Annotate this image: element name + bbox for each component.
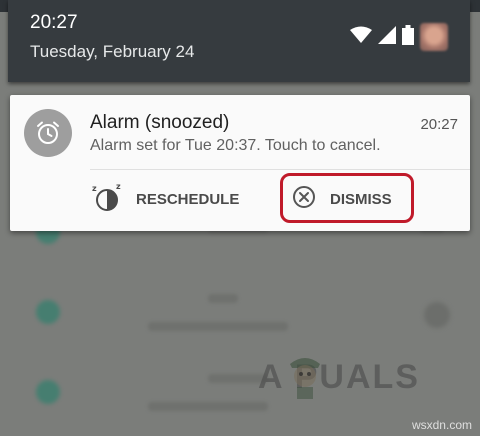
dismiss-label: DISMISS — [330, 190, 392, 208]
status-icons — [350, 22, 448, 52]
divider — [90, 169, 470, 170]
alarm-clock-icon — [24, 109, 72, 157]
list-item-subtext — [148, 402, 268, 411]
svg-text:z: z — [92, 184, 97, 193]
list-item-subtext — [148, 322, 288, 331]
list-item — [0, 276, 480, 354]
notification-time: 20:27 — [420, 116, 458, 133]
list-item-icon — [36, 300, 60, 324]
list-item-icon — [36, 380, 60, 404]
notification-shade-header[interactable]: 20:27 Tuesday, February 24 — [8, 0, 470, 82]
reschedule-label: RESCHEDULE — [136, 190, 240, 208]
list-item-action — [424, 302, 450, 328]
list-item-text — [208, 294, 238, 303]
date-label: Tuesday, February 24 — [30, 42, 195, 61]
dismiss-circle-x-icon — [292, 185, 330, 213]
notification-title: Alarm (snoozed) — [90, 112, 230, 133]
mascot-logo-icon — [285, 350, 325, 400]
notification-text: Alarm set for Tue 20:37. Touch to cancel… — [90, 137, 381, 154]
alarm-notification[interactable]: Alarm (snoozed) 20:27 Alarm set for Tue … — [10, 95, 470, 231]
site-watermark: wsxdn.com — [411, 418, 472, 432]
svg-text:z: z — [116, 182, 121, 191]
wifi-icon — [350, 26, 372, 49]
signal-icon — [378, 25, 396, 49]
avatar[interactable] — [420, 23, 448, 51]
reschedule-button[interactable]: z z RESCHEDULE — [92, 175, 239, 223]
battery-icon — [402, 24, 414, 50]
dismiss-button[interactable]: DISMISS — [292, 175, 392, 223]
watermark: A PUALS — [258, 358, 420, 396]
clock: 20:27 — [30, 12, 78, 33]
snooze-clock-icon: z z — [92, 182, 136, 216]
